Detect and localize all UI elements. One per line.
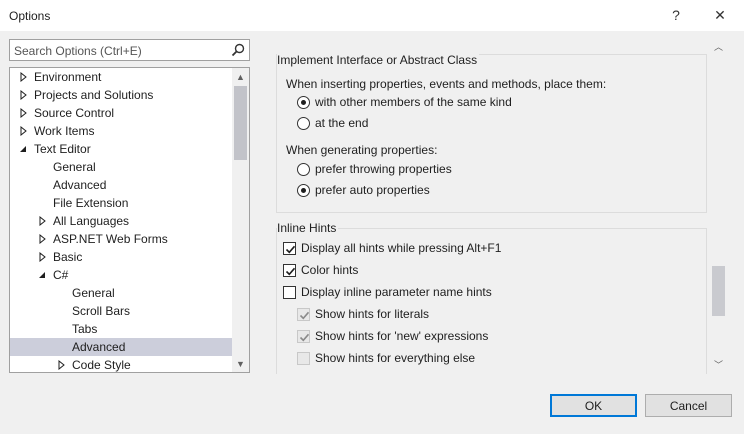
tree-item-label: C# bbox=[53, 268, 69, 282]
checkmark-icon bbox=[285, 267, 296, 276]
tree-item[interactable]: File Extension bbox=[10, 194, 232, 212]
scroll-down-arrow-icon[interactable]: ﹀ bbox=[710, 356, 727, 373]
check-hints-new-expressions bbox=[297, 330, 310, 343]
cancel-button[interactable]: Cancel bbox=[645, 394, 732, 417]
checkmark-icon bbox=[285, 245, 296, 254]
tree-item-label: Advanced bbox=[72, 340, 126, 354]
tree-item-label: All Languages bbox=[53, 214, 130, 228]
tree-item[interactable]: Projects and Solutions bbox=[10, 86, 232, 104]
scroll-up-arrow-icon[interactable]: ︿ bbox=[710, 38, 727, 55]
check-hints-new-expressions-label: Show hints for 'new' expressions bbox=[315, 329, 489, 343]
check-hints-literals-label: Show hints for literals bbox=[315, 307, 430, 321]
radio-throwing-properties-label[interactable]: prefer throwing properties bbox=[315, 162, 452, 176]
tree-item[interactable]: Basic bbox=[10, 248, 232, 266]
ok-button-label: OK bbox=[584, 398, 603, 413]
collapsed-arrow-icon[interactable] bbox=[57, 360, 66, 370]
tree-item[interactable]: General bbox=[10, 284, 232, 302]
scroll-down-arrow-icon[interactable]: ▼ bbox=[232, 355, 249, 372]
radio-same-kind-label[interactable]: with other members of the same kind bbox=[315, 95, 512, 109]
tree-item[interactable]: Advanced bbox=[10, 338, 232, 356]
collapsed-arrow-icon[interactable] bbox=[19, 126, 28, 136]
collapsed-arrow-icon[interactable] bbox=[19, 72, 28, 82]
check-hints-everything-else-label: Show hints for everything else bbox=[315, 351, 476, 365]
implement-interface-title: Implement Interface or Abstract Class bbox=[277, 53, 480, 67]
help-button[interactable]: ? bbox=[662, 3, 690, 27]
collapsed-arrow-icon[interactable] bbox=[38, 234, 47, 244]
tree-item-label: ASP.NET Web Forms bbox=[53, 232, 168, 246]
settings-pane: Implement Interface or Abstract Class Wh… bbox=[270, 38, 737, 374]
tree-item[interactable]: Work Items bbox=[10, 122, 232, 140]
scroll-up-arrow-icon[interactable]: ▲ bbox=[232, 68, 249, 85]
tree-item[interactable]: ASP.NET Web Forms bbox=[10, 230, 232, 248]
tree-item-label: Code Style bbox=[72, 358, 131, 372]
check-color-hints[interactable] bbox=[283, 264, 296, 277]
checkmark-icon bbox=[299, 311, 310, 320]
check-color-hints-label[interactable]: Color hints bbox=[301, 263, 358, 277]
tree-item-label: General bbox=[53, 160, 96, 174]
radio-throwing-properties[interactable] bbox=[297, 163, 310, 176]
collapsed-arrow-icon[interactable] bbox=[19, 90, 28, 100]
tree-item[interactable]: General bbox=[10, 158, 232, 176]
generation-prompt: When generating properties: bbox=[286, 143, 438, 157]
radio-at-end[interactable] bbox=[297, 117, 310, 130]
check-alt-f1-hints[interactable] bbox=[283, 242, 296, 255]
help-icon: ? bbox=[672, 7, 680, 23]
tree-item[interactable]: Text Editor bbox=[10, 140, 232, 158]
inline-hints-title: Inline Hints bbox=[277, 221, 339, 235]
tree-item[interactable]: Tabs bbox=[10, 320, 232, 338]
collapsed-arrow-icon[interactable] bbox=[38, 252, 47, 262]
expanded-arrow-icon[interactable] bbox=[19, 144, 28, 154]
tree-item-label: General bbox=[72, 286, 115, 300]
collapsed-arrow-icon[interactable] bbox=[19, 108, 28, 118]
tree-item[interactable]: Code Style bbox=[10, 356, 232, 372]
check-parameter-name-hints-label[interactable]: Display inline parameter name hints bbox=[301, 285, 492, 299]
search-placeholder: Search Options (Ctrl+E) bbox=[14, 44, 142, 58]
search-input[interactable]: Search Options (Ctrl+E) bbox=[9, 39, 250, 61]
close-icon: ✕ bbox=[714, 6, 726, 23]
check-parameter-name-hints[interactable] bbox=[283, 286, 296, 299]
check-hints-literals bbox=[297, 308, 310, 321]
tree-item-label: Basic bbox=[53, 250, 83, 264]
tree-item-label: Tabs bbox=[72, 322, 98, 336]
radio-at-end-label[interactable]: at the end bbox=[315, 116, 368, 130]
tree-scroll-thumb[interactable] bbox=[234, 86, 247, 160]
check-alt-f1-hints-label[interactable]: Display all hints while pressing Alt+F1 bbox=[301, 241, 501, 255]
expanded-arrow-icon[interactable] bbox=[38, 270, 47, 280]
cancel-button-label: Cancel bbox=[669, 398, 708, 413]
collapsed-arrow-icon[interactable] bbox=[38, 216, 47, 226]
tree-item-label: File Extension bbox=[53, 196, 129, 210]
radio-auto-properties-label[interactable]: prefer auto properties bbox=[315, 183, 430, 197]
radio-auto-properties[interactable] bbox=[297, 184, 310, 197]
options-tree[interactable]: Environment Projects and Solutions Source … bbox=[9, 67, 250, 373]
check-hints-everything-else bbox=[297, 352, 310, 365]
tree-item-label: Projects and Solutions bbox=[34, 88, 154, 102]
settings-scrollbar[interactable]: ︿ ﹀ bbox=[710, 38, 727, 374]
ok-button[interactable]: OK bbox=[550, 394, 637, 417]
tree-item-label: Text Editor bbox=[34, 142, 91, 156]
settings-scroll-thumb[interactable] bbox=[712, 266, 725, 316]
tree-item[interactable]: C# bbox=[10, 266, 232, 284]
title-bar: Options ? ✕ bbox=[0, 0, 744, 31]
placement-prompt: When inserting properties, events and me… bbox=[286, 77, 607, 91]
tree-item-label: Advanced bbox=[53, 178, 107, 192]
tree-item[interactable]: Source Control bbox=[10, 104, 232, 122]
tree-item-label: Environment bbox=[34, 70, 102, 84]
tree-item[interactable]: Scroll Bars bbox=[10, 302, 232, 320]
tree-item[interactable]: Advanced bbox=[10, 176, 232, 194]
close-button[interactable]: ✕ bbox=[706, 3, 734, 27]
checkmark-icon bbox=[299, 333, 310, 342]
tree-item-label: Work Items bbox=[34, 124, 95, 138]
tree-item[interactable]: All Languages bbox=[10, 212, 232, 230]
radio-same-kind[interactable] bbox=[297, 96, 310, 109]
tree-scrollbar[interactable]: ▲ ▼ bbox=[232, 68, 249, 372]
tree-item-label: Scroll Bars bbox=[72, 304, 131, 318]
tree-item[interactable]: Environment bbox=[10, 68, 232, 86]
search-icon[interactable] bbox=[230, 42, 246, 58]
tree-item-label: Source Control bbox=[34, 106, 115, 120]
window-title: Options bbox=[9, 9, 51, 23]
